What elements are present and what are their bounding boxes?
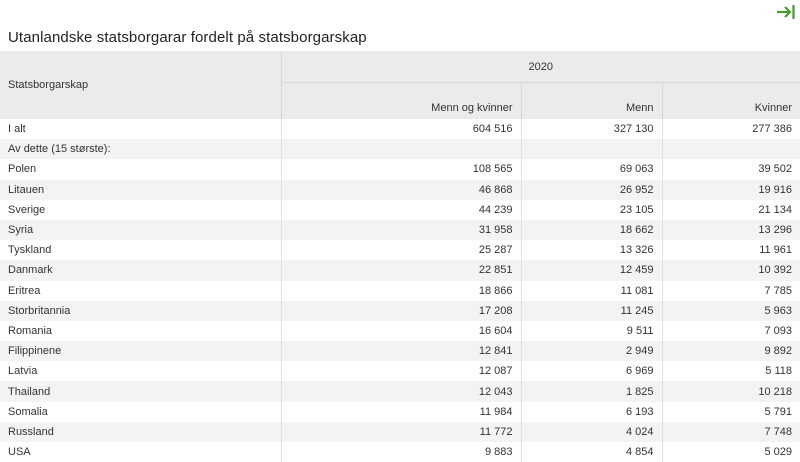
table-row: Storbritannia 17 208 11 245 5 963 — [0, 300, 800, 321]
men-value: 4 854 — [520, 442, 662, 462]
table-row: Russland 11 772 4 024 7 748 — [0, 421, 800, 442]
women-value: 5 791 — [661, 401, 800, 422]
women-value: 5 963 — [661, 300, 800, 321]
row-label: Tyskland — [0, 240, 281, 261]
women-value: 9 892 — [661, 341, 800, 362]
total-value: 25 287 — [280, 240, 521, 261]
men-value: 6 193 — [520, 401, 662, 422]
total-value: 108 565 — [280, 159, 521, 180]
table-header: Statsborgarskap 2020 Menn og kvinner Men… — [0, 51, 800, 119]
row-label: Filippinene — [0, 341, 281, 362]
women-value — [661, 139, 800, 160]
table-row: Filippinene 12 841 2 949 9 892 — [0, 341, 800, 362]
men-value: 69 063 — [520, 159, 662, 180]
column-header-men: Menn — [520, 82, 662, 119]
stub-header: Statsborgarskap — [0, 51, 281, 119]
row-label: USA — [0, 442, 281, 462]
row-label: I alt — [0, 119, 281, 140]
column-header-women: Kvinner — [661, 82, 800, 119]
total-value — [280, 139, 521, 160]
row-label: Danmark — [0, 260, 281, 281]
table-row: Danmark 22 851 12 459 10 392 — [0, 260, 800, 281]
men-value: 1 825 — [520, 381, 662, 402]
table-row: Latvia 12 087 6 969 5 118 — [0, 361, 800, 382]
row-label: Syria — [0, 219, 281, 241]
total-value: 9 883 — [280, 442, 521, 462]
women-value: 5 029 — [661, 442, 800, 462]
men-value: 26 952 — [520, 179, 662, 200]
women-value: 7 785 — [661, 280, 800, 301]
women-value: 7 093 — [661, 320, 800, 342]
men-value: 4 024 — [520, 421, 662, 442]
total-value: 17 208 — [280, 300, 521, 321]
table-row: Eritrea 18 866 11 081 7 785 — [0, 280, 800, 301]
arrow-to-right-icon[interactable] — [776, 2, 796, 22]
women-value: 21 134 — [661, 199, 800, 220]
total-value: 16 604 — [280, 320, 521, 342]
total-value: 46 868 — [280, 179, 521, 200]
women-value: 39 502 — [661, 159, 800, 180]
column-header-total: Menn og kvinner — [280, 82, 521, 119]
table-row: Litauen 46 868 26 952 19 916 — [0, 179, 800, 200]
men-value: 18 662 — [520, 219, 662, 241]
row-label: Romania — [0, 320, 281, 342]
year-header: 2020 — [280, 51, 800, 83]
row-label: Thailand — [0, 381, 281, 402]
table-row: Av dette (15 største): — [0, 139, 800, 160]
men-value: 327 130 — [520, 119, 662, 140]
men-value: 2 949 — [520, 341, 662, 362]
row-label: Somalia — [0, 401, 281, 422]
table-row: Sverige 44 239 23 105 21 134 — [0, 199, 800, 220]
total-value: 12 841 — [280, 341, 521, 362]
arrow-to-right-icon-graphic — [777, 5, 795, 19]
total-value: 12 087 — [280, 361, 521, 382]
women-value: 7 748 — [661, 421, 800, 442]
men-value: 11 245 — [520, 300, 662, 321]
table-row: Syria 31 958 18 662 13 296 — [0, 219, 800, 241]
women-value: 13 296 — [661, 219, 800, 241]
row-label: Latvia — [0, 361, 281, 382]
men-value: 12 459 — [520, 260, 662, 281]
women-value: 11 961 — [661, 240, 800, 261]
table-row: Tyskland 25 287 13 326 11 961 — [0, 240, 800, 261]
row-label: Storbritannia — [0, 300, 281, 321]
men-value: 9 511 — [520, 320, 662, 342]
total-value: 18 866 — [280, 280, 521, 301]
women-value: 277 386 — [661, 119, 800, 140]
men-value: 13 326 — [520, 240, 662, 261]
table-row: I alt 604 516 327 130 277 386 — [0, 119, 800, 140]
table-row: Thailand 12 043 1 825 10 218 — [0, 381, 800, 402]
women-value: 5 118 — [661, 361, 800, 382]
men-value: 11 081 — [520, 280, 662, 301]
table-row: USA 9 883 4 854 5 029 — [0, 442, 800, 462]
women-value: 10 392 — [661, 260, 800, 281]
row-label: Polen — [0, 159, 281, 180]
table-row: Somalia 11 984 6 193 5 791 — [0, 401, 800, 422]
total-value: 22 851 — [280, 260, 521, 281]
row-label: Av dette (15 største): — [0, 139, 281, 160]
table-row: Romania 16 604 9 511 7 093 — [0, 320, 800, 342]
row-label: Litauen — [0, 179, 281, 200]
men-value: 6 969 — [520, 361, 662, 382]
page-title: Utanlandske statsborgarar fordelt på sta… — [8, 29, 367, 46]
statistics-table: Statsborgarskap 2020 Menn og kvinner Men… — [0, 51, 800, 462]
total-value: 44 239 — [280, 199, 521, 220]
total-value: 11 772 — [280, 421, 521, 442]
table-body: I alt 604 516 327 130 277 386 Av dette (15 s… — [0, 119, 800, 462]
row-label: Russland — [0, 421, 281, 442]
women-value: 19 916 — [661, 179, 800, 200]
row-label: Sverige — [0, 199, 281, 220]
men-value: 23 105 — [520, 199, 662, 220]
row-label: Eritrea — [0, 280, 281, 301]
total-value: 31 958 — [280, 219, 521, 241]
women-value: 10 218 — [661, 381, 800, 402]
table-row: Polen 108 565 69 063 39 502 — [0, 159, 800, 180]
men-value — [520, 139, 662, 160]
total-value: 12 043 — [280, 381, 521, 402]
total-value: 11 984 — [280, 401, 521, 422]
total-value: 604 516 — [280, 119, 521, 140]
